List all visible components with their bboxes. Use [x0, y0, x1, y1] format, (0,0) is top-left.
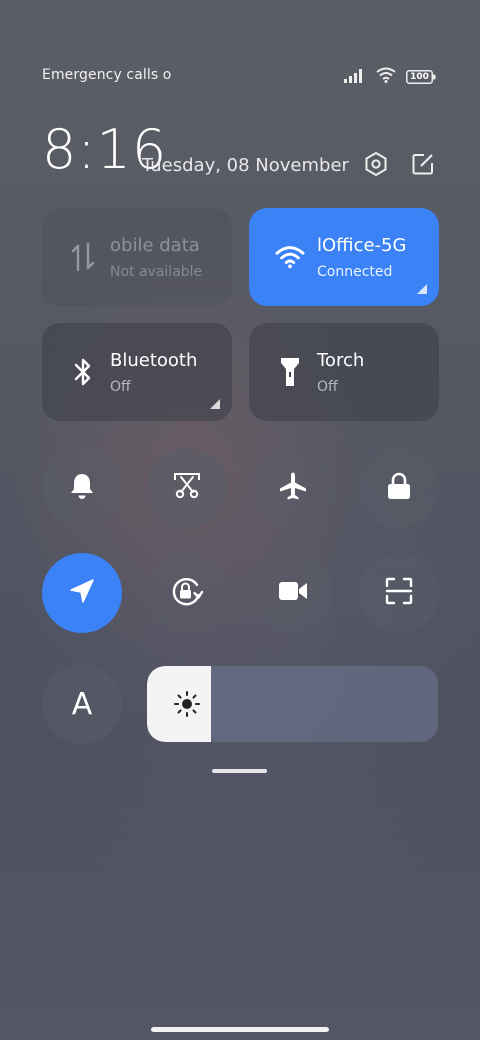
home-indicator[interactable]: [151, 1027, 329, 1032]
battery-level: 100: [410, 72, 429, 82]
tile-title: obile data: [110, 235, 200, 256]
toggle-lock[interactable]: [359, 448, 439, 528]
scissors-icon: [173, 472, 201, 504]
wifi-icon: [376, 67, 396, 87]
tile-status: Off: [317, 379, 338, 395]
bell-icon: [69, 472, 95, 504]
battery-icon: 100: [406, 70, 436, 84]
tile-status: Not available: [110, 264, 203, 280]
tile-title: lOffice-5G: [317, 235, 407, 256]
toggle-screenshot[interactable]: [147, 448, 227, 528]
settings-icon[interactable]: [360, 148, 392, 180]
toggle-ringer[interactable]: [42, 448, 122, 528]
expand-corner-icon[interactable]: [417, 284, 427, 294]
toggle-scanner[interactable]: [359, 553, 439, 633]
status-carrier-text: Emergency calls o: [42, 67, 172, 83]
toggle-font-size[interactable]: A: [42, 664, 122, 744]
tile-bluetooth[interactable]: Bluetooth Off: [42, 323, 232, 421]
brightness-fill: [147, 666, 211, 742]
expand-corner-icon[interactable]: [210, 399, 220, 409]
tile-status: Connected: [317, 264, 393, 280]
sun-icon: [173, 690, 201, 718]
rotation-lock-icon: [170, 575, 204, 611]
tile-title: Torch: [317, 350, 365, 371]
toggle-screen-recorder[interactable]: [253, 553, 333, 633]
bluetooth-icon: [68, 355, 98, 389]
tile-mobile-data[interactable]: obile data Not available: [42, 208, 232, 306]
tile-wifi[interactable]: lOffice-5G Connected: [249, 208, 439, 306]
letter-a-icon: A: [71, 686, 93, 722]
mobile-data-icon: [68, 240, 98, 274]
torch-icon: [275, 355, 305, 389]
toggle-location[interactable]: [42, 553, 122, 633]
edit-icon[interactable]: [407, 148, 439, 180]
location-arrow-icon: [69, 578, 95, 608]
wifi-icon: [275, 240, 305, 274]
scan-frame-icon: [385, 577, 413, 609]
date: Tuesday, 08 November: [142, 155, 349, 176]
tile-title: Bluetooth: [110, 350, 198, 371]
video-camera-icon: [278, 580, 308, 606]
brightness-slider[interactable]: [147, 666, 438, 742]
drag-handle[interactable]: [212, 769, 267, 773]
signal-icon: [344, 68, 366, 87]
tile-torch[interactable]: Torch Off: [249, 323, 439, 421]
toggle-airplane[interactable]: [253, 448, 333, 528]
tile-status: Off: [110, 379, 131, 395]
status-icons: 100: [344, 67, 436, 87]
airplane-icon: [278, 471, 308, 505]
toggle-rotation-lock[interactable]: [147, 553, 227, 633]
lock-icon: [386, 472, 412, 504]
